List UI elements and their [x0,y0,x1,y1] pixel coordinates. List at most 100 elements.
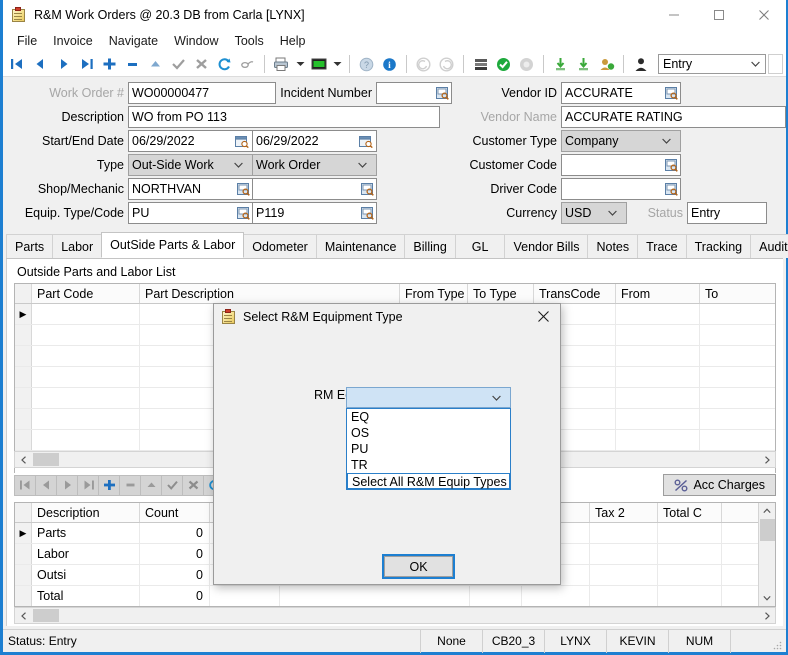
stack-icon[interactable] [469,53,492,75]
cell-part-code[interactable] [32,367,140,387]
cell-blank[interactable] [280,586,470,606]
customer-code-field[interactable] [561,154,681,176]
menu-invoice[interactable]: Invoice [45,32,101,50]
cell-part-code[interactable] [32,430,140,450]
equip-type-field[interactable]: PU [128,202,253,224]
column-from-type[interactable]: From Type [400,284,468,303]
cell-count[interactable]: 0 [140,544,210,564]
tab-tracking[interactable]: Tracking [686,234,751,258]
forward-icon[interactable] [435,53,458,75]
tab-parts[interactable]: Parts [6,234,53,258]
lookup-icon-mechanic[interactable] [358,179,376,199]
scrollbar-thumb[interactable] [33,609,59,622]
tab-audit[interactable]: Audit [750,234,788,258]
column-transcode[interactable]: TransCode [534,284,616,303]
cell-total-cost[interactable] [658,523,722,543]
summary-horizontal-scrollbar[interactable] [14,607,776,624]
cell-tax2[interactable] [590,544,658,564]
ok-button[interactable]: OK [382,554,455,579]
filter-icon[interactable] [236,53,259,75]
cell-cost[interactable] [470,586,522,606]
display-icon[interactable] [307,53,330,75]
cell-to[interactable] [700,304,776,324]
dropdown-option-eq[interactable]: EQ [347,409,510,425]
chevron-up-icon[interactable] [759,503,776,519]
currency-select[interactable]: USD [561,202,627,224]
equip-code-field[interactable]: P119 [252,202,377,224]
cell-to[interactable] [700,430,776,450]
tab-vendor-bills[interactable]: Vendor Bills [504,234,588,258]
cell-from[interactable] [616,430,700,450]
lookup-icon-driver[interactable] [662,179,680,199]
cell-from[interactable] [616,409,700,429]
cell-to[interactable] [700,409,776,429]
next-record-icon[interactable] [56,475,78,496]
cancel-edit-icon[interactable] [190,53,213,75]
menu-tools[interactable]: Tools [227,32,272,50]
cell-from[interactable] [616,304,700,324]
cancel-edit-icon[interactable] [182,475,204,496]
tab-odometer[interactable]: Odometer [243,234,317,258]
delete-record-icon[interactable] [121,53,144,75]
cell-description[interactable]: Total [32,586,140,606]
toolbar-status-select[interactable]: Entry [658,54,766,74]
tab-gl[interactable]: GL [455,234,506,258]
post-edit-icon[interactable] [167,53,190,75]
cell-count[interactable]: 0 [140,565,210,585]
lookup-icon-shop[interactable] [234,179,252,199]
cell-from[interactable] [616,325,700,345]
resize-grip-icon[interactable] [768,630,786,653]
column-part-code[interactable]: Part Code [32,284,140,303]
cell-total-cost[interactable] [658,565,722,585]
cell-quantity[interactable] [210,586,280,606]
chevron-left-icon[interactable] [15,456,32,464]
end-date-field[interactable]: 06/29/2022 [252,130,377,152]
edit-record-icon[interactable] [140,475,162,496]
summary-vertical-scrollbar[interactable] [758,503,775,606]
acc-charges-button[interactable]: Acc Charges [663,474,776,496]
export-icon[interactable] [572,53,595,75]
close-icon[interactable] [741,0,786,30]
description-field[interactable]: WO from PO 113 [128,106,440,128]
cell-description[interactable]: Labor [32,544,140,564]
mechanic-field[interactable] [252,178,377,200]
type2-select[interactable]: Work Order [252,154,377,176]
calendar-icon-end[interactable] [356,131,376,151]
chevron-left-icon[interactable] [15,612,32,620]
approve-icon[interactable] [492,53,515,75]
cell-tax2[interactable] [590,523,658,543]
cell-tax1[interactable] [522,586,590,606]
dropdown-option-os[interactable]: OS [347,425,510,441]
back-icon[interactable] [412,53,435,75]
toolbar-extra-field[interactable] [768,54,783,74]
scrollbar-thumb[interactable] [760,519,775,541]
table-row[interactable]: Total 0 [15,586,758,606]
column-description[interactable]: Description [32,503,140,522]
cell-to[interactable] [700,367,776,387]
tab-notes[interactable]: Notes [587,234,638,258]
minimize-icon[interactable] [651,0,696,30]
cell-from[interactable] [616,367,700,387]
cell-part-code[interactable] [32,304,140,324]
column-part-description[interactable]: Part Description [140,284,400,303]
chevron-right-icon[interactable] [758,612,775,620]
info-icon[interactable]: i [378,53,401,75]
chevron-right-icon[interactable] [758,456,775,464]
column-total-cost[interactable]: Total C [658,503,722,522]
cell-count[interactable]: 0 [140,586,210,606]
add-record-icon[interactable] [98,475,120,496]
tab-outside-parts-labor[interactable]: OutSide Parts & Labor [101,232,244,258]
import-icon[interactable] [549,53,572,75]
next-record-icon[interactable] [52,53,75,75]
display-chevron-down-icon[interactable] [330,53,344,75]
lookup-icon-vendor[interactable] [662,83,680,103]
work-order-field[interactable]: WO00000477 [128,82,276,104]
tab-billing[interactable]: Billing [404,234,455,258]
start-date-field[interactable]: 06/29/2022 [128,130,253,152]
lookup-icon-equip-code[interactable] [358,203,376,223]
print-chevron-down-icon[interactable] [293,53,307,75]
calendar-icon[interactable] [232,131,252,151]
previous-record-icon[interactable] [29,53,52,75]
cell-description[interactable]: Outsi [32,565,140,585]
first-record-icon[interactable] [6,53,29,75]
